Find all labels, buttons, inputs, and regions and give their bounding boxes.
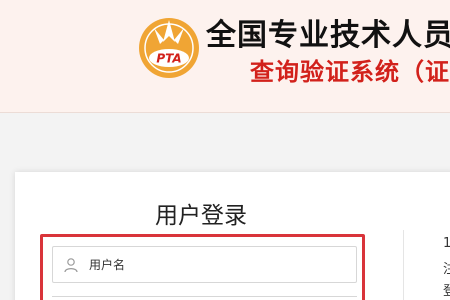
side-text-3: 登	[443, 284, 450, 299]
user-icon	[64, 258, 78, 273]
password-input[interactable]	[52, 296, 357, 300]
site-subtitle: 查询验证系统（证	[250, 58, 450, 86]
username-placeholder: 用户名	[89, 258, 126, 272]
pta-logo: PTA	[139, 18, 199, 78]
side-text-2: 注	[443, 262, 450, 277]
site-title: 全国专业技术人员	[206, 18, 450, 53]
vertical-divider	[403, 230, 404, 300]
side-text-1: 1	[443, 236, 450, 251]
page: PTA 全国专业技术人员 查询验证系统（证 用户登录 用户名 1 注 登	[0, 0, 450, 300]
logo-text: PTA	[156, 52, 181, 66]
header: PTA 全国专业技术人员 查询验证系统（证	[0, 0, 450, 112]
username-input[interactable]: 用户名	[52, 246, 357, 283]
login-title: 用户登录	[155, 203, 247, 229]
header-divider	[0, 112, 450, 113]
